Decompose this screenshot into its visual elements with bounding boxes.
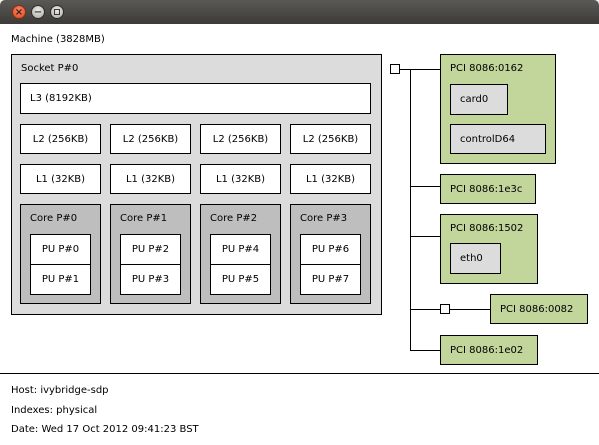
connector-line [410, 350, 440, 351]
l1-cache: L1 (32KB) [200, 164, 281, 194]
l2-cache: L2 (256KB) [200, 124, 281, 154]
footer-divider [0, 373, 599, 374]
pu-box: PU P#0 [30, 234, 91, 265]
l2-label: L2 (256KB) [32, 133, 89, 145]
os-device-label: eth0 [460, 253, 483, 264]
l3-cache: L3 (8192KB) [20, 83, 371, 114]
l2-label: L2 (256KB) [212, 133, 269, 145]
topology-canvas: Machine (3828MB) Socket P#0 L3 (8192KB) … [0, 24, 599, 445]
pu-box: PU P#6 [300, 234, 361, 265]
l1-label: L1 (32KB) [215, 173, 266, 185]
pu-label: PU P#5 [221, 274, 260, 285]
pu-box: PU P#4 [210, 234, 271, 265]
l2-cache: L2 (256KB) [110, 124, 191, 154]
l2-label: L2 (256KB) [302, 133, 359, 145]
close-button[interactable]: × [12, 5, 26, 19]
pu-box: PU P#3 [120, 264, 181, 295]
l1-label: L1 (32KB) [35, 173, 86, 185]
os-device-label: card0 [460, 94, 489, 105]
connector-line [410, 69, 411, 350]
pu-box: PU P#5 [210, 264, 271, 295]
core-label: Core P#0 [30, 213, 78, 224]
os-device: controlD64 [450, 124, 546, 154]
pu-label: PU P#7 [311, 274, 350, 285]
pci-label: PCI 8086:0162 [450, 63, 524, 74]
pu-box: PU P#1 [30, 264, 91, 295]
minimize-icon: − [33, 7, 43, 18]
maximize-button[interactable] [50, 5, 64, 19]
os-device-label: controlD64 [460, 133, 516, 145]
os-device: card0 [450, 84, 508, 115]
core-label: Core P#1 [120, 213, 168, 224]
pci-label: PCI 8086:0082 [500, 303, 574, 315]
pci-label: PCI 8086:1502 [450, 223, 524, 234]
pci-device-box: PCI 8086:1e02 [440, 335, 538, 365]
minimize-button[interactable]: − [31, 5, 45, 19]
connector-line [410, 236, 440, 237]
connector-line [410, 309, 440, 310]
l1-cache: L1 (32KB) [110, 164, 191, 194]
pci-device-box: PCI 8086:1e3c [440, 174, 536, 204]
close-icon: × [14, 7, 24, 18]
os-device: eth0 [450, 243, 501, 274]
core-label: Core P#2 [210, 213, 258, 224]
core-label: Core P#3 [300, 213, 348, 224]
l2-cache: L2 (256KB) [290, 124, 371, 154]
l1-cache: L1 (32KB) [20, 164, 101, 194]
footer-indexes: Indexes: physical [11, 405, 98, 416]
l2-cache: L2 (256KB) [20, 124, 101, 154]
l1-label: L1 (32KB) [305, 173, 356, 185]
pu-label: PU P#0 [41, 244, 80, 255]
l1-cache: L1 (32KB) [290, 164, 371, 194]
connector-line [400, 69, 440, 70]
pu-label: PU P#1 [41, 274, 80, 285]
footer-host: Host: ivybridge-sdp [11, 385, 109, 396]
l2-label: L2 (256KB) [122, 133, 179, 145]
maximize-icon [54, 9, 60, 15]
pci-device-box: PCI 8086:0082 [490, 294, 588, 324]
socket-label: Socket P#0 [21, 63, 79, 74]
pci-bridge [440, 304, 450, 314]
pu-box: PU P#2 [120, 234, 181, 265]
window-titlebar: × − [0, 0, 599, 24]
l3-label: L3 (8192KB) [30, 93, 92, 104]
machine-label: Machine (3828MB) [11, 34, 105, 45]
pci-label: PCI 8086:1e3c [450, 183, 523, 195]
pu-label: PU P#4 [221, 244, 260, 255]
l1-label: L1 (32KB) [125, 173, 176, 185]
pu-label: PU P#3 [131, 274, 170, 285]
footer-date: Date: Wed 17 Oct 2012 09:41:23 BST [11, 424, 199, 435]
pu-label: PU P#2 [131, 244, 170, 255]
connector-line [450, 309, 490, 310]
host-bridge [390, 64, 400, 74]
pu-box: PU P#7 [300, 264, 361, 295]
connector-line [410, 186, 440, 187]
pci-label: PCI 8086:1e02 [450, 344, 524, 356]
pu-label: PU P#6 [311, 244, 350, 255]
